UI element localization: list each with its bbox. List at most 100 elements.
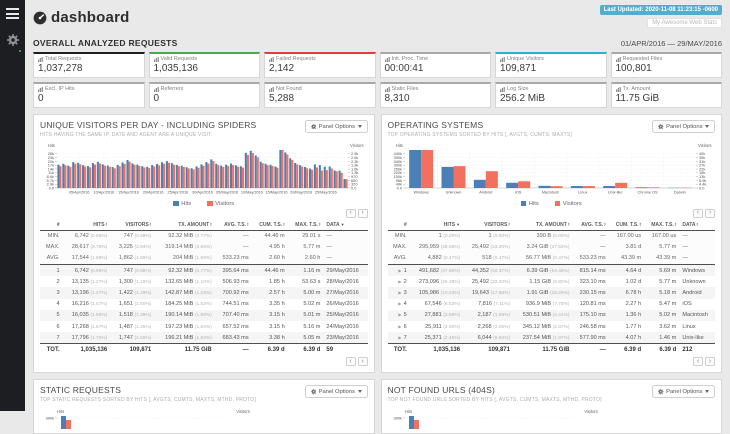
table-row[interactable]: ▶625,911 (2.50%)2,268 (2.06%)345.12 MiB … — [388, 321, 716, 332]
settings-gear-icon[interactable] — [6, 33, 20, 52]
bar-chart-icon — [616, 57, 621, 62]
caret-down-icon — [705, 125, 709, 128]
not-found-chart-top: HitsVisitors390k — [388, 407, 716, 429]
legend-label: Visitors — [215, 201, 234, 207]
column-header-max-t-s-[interactable]: MAX. T.S.▴▾ — [644, 220, 679, 231]
panel-options-button[interactable]: Panel Options — [652, 120, 715, 133]
table-row: 16,742 (0.65%)747 (0.68%)92.32 MiB (0.77… — [40, 265, 368, 277]
table-row: 717,796 (1.72%)1,747 (1.59%)196.21 MiB (… — [40, 332, 368, 344]
table-row: 313,196 (1.27%)1,422 (1.29%)142.87 MiB (… — [40, 287, 368, 298]
legend-item-hits[interactable]: Hits — [521, 201, 539, 207]
table-row[interactable]: ▶725,371 (2.45%)6,044 (5.50%)237.54 MiB … — [388, 332, 716, 344]
next-page-button[interactable]: › — [358, 209, 368, 218]
bar-chart-icon — [154, 87, 159, 92]
table-row[interactable]: ▶1491,682 (47.50%)44,352 (40.37%)6.39 Gi… — [388, 265, 716, 277]
expand-row-icon[interactable]: ▶ — [398, 290, 401, 295]
card-label: Requested Files — [623, 56, 663, 62]
sort-icon: ▴▾ — [150, 222, 152, 227]
table-row[interactable]: ▶467,546 (6.53%)7,816 (7.11%)936.9 MiB (… — [388, 299, 716, 310]
sort-icon: ▴▾ — [247, 222, 249, 227]
legend-item-hits[interactable]: Hits — [173, 201, 191, 207]
column-header-avg-t-s-[interactable]: AVG. T.S.▴▾ — [572, 220, 608, 231]
expand-row-icon[interactable]: ▶ — [398, 335, 401, 340]
caret-down-icon — [705, 390, 709, 393]
card-value: 00:00:41 — [385, 63, 487, 74]
column-header-tx-amount[interactable]: TX. AMOUNT▴▾ — [513, 220, 572, 231]
table-row[interactable]: ▶527,881 (2.69%)2,187 (1.99%)530.51 MiB … — [388, 310, 716, 321]
expand-row-icon[interactable]: ▶ — [398, 301, 401, 306]
bar-chart-icon — [500, 57, 505, 62]
column-header-cum-t-s-[interactable]: CUM. T.S.▴▾ — [252, 220, 288, 231]
summary-row-avg: AVG.17,544 (1.69%)1,862 (1.69%)204 MiB (… — [40, 253, 368, 265]
summary-row-max: MAX.295,959 (28.59%)25,492 (23.20%)3.24 … — [388, 242, 716, 253]
summary-row-max: MAX.28,617 (2.76%)3,225 (2.94%)319.14 Mi… — [40, 242, 368, 253]
overview-section-header: OVERALL ANALYZED REQUESTS 01/APR/2016 — … — [33, 38, 722, 48]
date-range-label: 01/APR/2016 — 29/MAY/2016 — [621, 39, 722, 48]
column-header-data[interactable]: DATA▴▾ — [679, 220, 715, 231]
svg-text:10/May/2016: 10/May/2016 — [241, 190, 263, 194]
expand-row-icon[interactable]: ▶ — [398, 268, 401, 273]
menu-toggle-icon[interactable] — [6, 8, 19, 19]
column-header-tx-amount[interactable]: TX. AMOUNT▴▾ — [154, 220, 214, 231]
svg-text:390k: 390k — [46, 415, 54, 420]
table-pagination-top: ‹› — [388, 209, 716, 218]
prev-page-button[interactable]: ‹ — [693, 357, 703, 366]
table-pagination-bottom: ‹› — [388, 357, 716, 366]
prev-page-button[interactable]: ‹ — [346, 209, 356, 218]
panel-unique-visitors: UNIQUE VISITORS PER DAY - INCLUDING SPID… — [33, 114, 375, 373]
visitors-bar-chart: 0.00.02.9k3205.7k6508.6k97011k1.3k14k1.6… — [40, 142, 368, 200]
sort-icon: ▴▾ — [604, 222, 606, 227]
svg-text:40k: 40k — [699, 151, 705, 156]
card-value: 109,871 — [500, 63, 602, 74]
column-header-data[interactable]: DATA▼ — [323, 220, 367, 231]
column-header-cum-t-s-[interactable]: CUM. T.S.▴▾ — [609, 220, 644, 231]
sort-icon: ▴▾ — [568, 222, 570, 227]
svg-text:Unknown: Unknown — [445, 190, 461, 194]
card-label: Unique Visitors — [507, 56, 544, 62]
main-content: dashboard Last Updated: 2020-11-08 11:23… — [25, 0, 730, 411]
panel-options-button[interactable]: Panel Options — [652, 385, 715, 398]
expand-row-icon[interactable]: ▶ — [398, 312, 401, 317]
card-label: Referrers — [161, 86, 184, 92]
expand-row-icon[interactable]: ▶ — [398, 279, 401, 284]
column-header-index[interactable]: # — [388, 220, 410, 231]
legend-swatch — [555, 201, 561, 207]
panel-options-button[interactable]: Panel Options — [305, 120, 368, 133]
sort-icon: ▴▾ — [675, 222, 677, 227]
top-bar: dashboard Last Updated: 2020-11-08 11:23… — [33, 0, 722, 36]
summary-card-total-requests: Total Requests1,037,278 — [33, 52, 145, 78]
panel-not-found-urls: NOT FOUND URLS (404S) TOP NOT FOUND URLS… — [381, 379, 723, 434]
column-header-avg-t-s-[interactable]: AVG. T.S.▴▾ — [215, 220, 252, 231]
expand-row-icon[interactable]: ▶ — [398, 324, 401, 329]
next-page-button[interactable]: › — [705, 209, 715, 218]
svg-text:iOS: iOS — [514, 190, 521, 194]
column-header-visitors[interactable]: VISITORS▴▾ — [463, 220, 513, 231]
panel-options-button[interactable]: Panel Options — [305, 385, 368, 398]
legend-label: Hits — [181, 201, 191, 207]
legend-item-visitors[interactable]: Visitors — [555, 201, 582, 207]
card-label: Failed Requests — [276, 56, 316, 62]
column-header-max-t-s-[interactable]: MAX. T.S.▴▾ — [288, 220, 324, 231]
column-header-index[interactable]: # — [40, 220, 63, 231]
table-row[interactable]: ▶2273,096 (26.38%)25,492 (23.20%)1.15 Gi… — [388, 276, 716, 287]
panels-row: UNIQUE VISITORS PER DAY - INCLUDING SPID… — [33, 114, 722, 373]
column-header-visitors[interactable]: VISITORS▴▾ — [110, 220, 154, 231]
table-row: 213,135 (1.27%)1,300 (1.18%)132.65 MiB (… — [40, 276, 368, 287]
prev-page-button[interactable]: ‹ — [693, 209, 703, 218]
svg-text:Chrome OS: Chrome OS — [637, 190, 658, 194]
legend-item-visitors[interactable]: Visitors — [207, 201, 234, 207]
table-row[interactable]: ▶3105,986 (10.24%)19,643 (17.88%)1.91 Gi… — [388, 287, 716, 298]
summary-row-avg: AVG.4,882 (0.47%)518 (0.47%)56.77 MiB (0… — [388, 253, 716, 265]
column-header-hits[interactable]: HITS▼ — [410, 220, 463, 231]
next-page-button[interactable]: › — [705, 357, 715, 366]
next-page-button[interactable]: › — [358, 357, 368, 366]
svg-text:05/May/2016: 05/May/2016 — [216, 190, 238, 194]
prev-page-button[interactable]: ‹ — [346, 357, 356, 366]
visitors-chart: 0.00.02.9k3205.7k6508.6k97011k1.3k14k1.6… — [40, 142, 368, 207]
panel-static-requests: STATIC REQUESTS TOP STATIC REQUESTS SORT… — [33, 379, 375, 434]
visitors-table: #HITS▴▾VISITORS▴▾TX. AMOUNT▴▾AVG. T.S.▴▾… — [40, 220, 368, 357]
column-header-hits[interactable]: HITS▴▾ — [63, 220, 111, 231]
last-updated-badge: Last Updated: 2020-11-08 11:23:15 -0600 — [600, 5, 722, 15]
svg-text:Windows: Windows — [413, 190, 429, 194]
svg-text:Visitors: Visitors — [698, 142, 712, 147]
